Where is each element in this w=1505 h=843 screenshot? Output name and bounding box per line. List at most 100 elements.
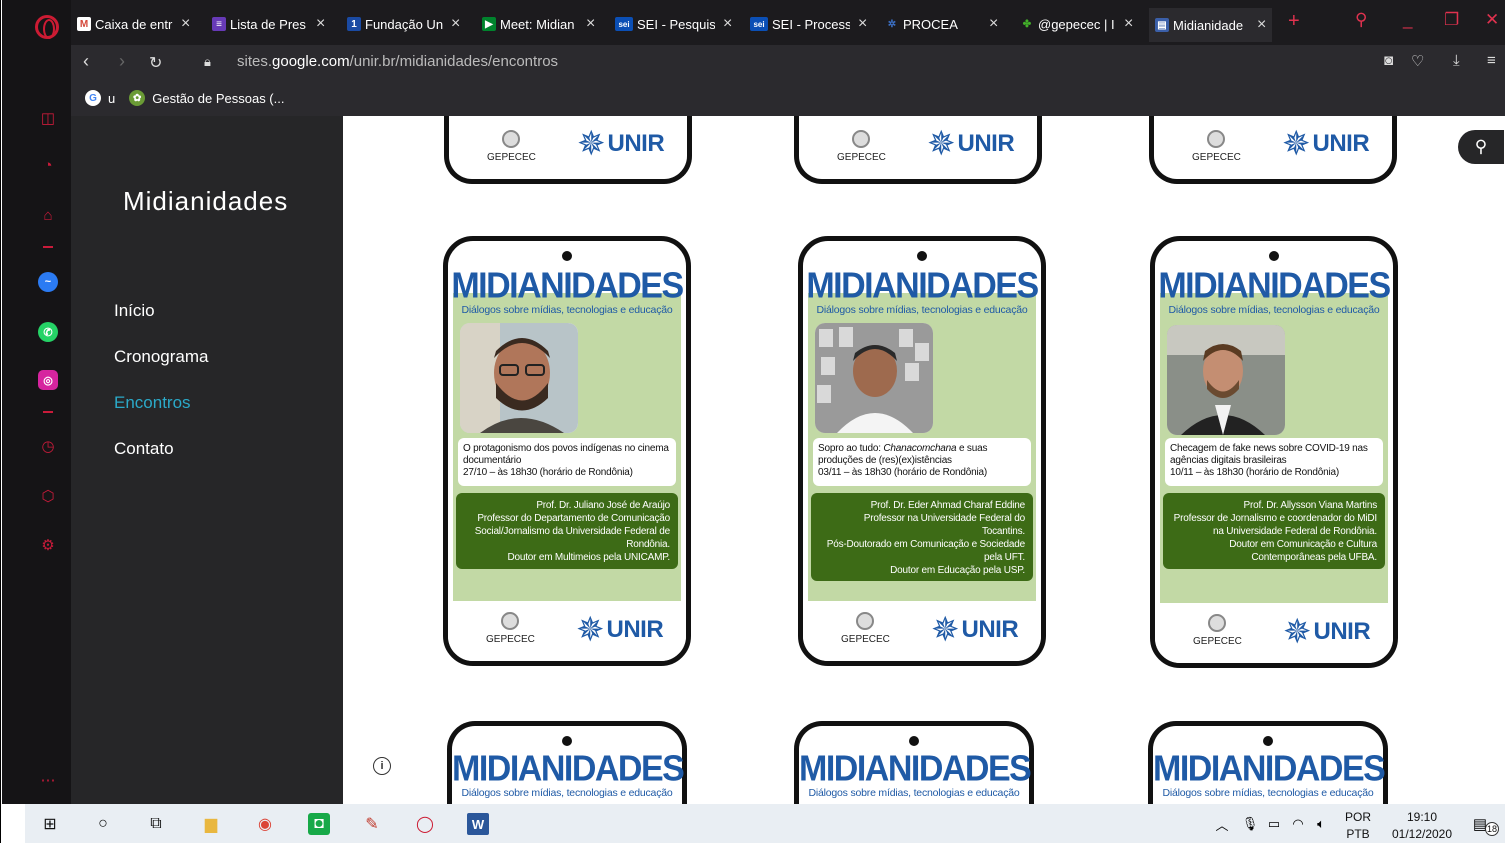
nav-cronograma[interactable]: Cronograma (114, 347, 209, 367)
gmail-icon: M (77, 17, 91, 31)
event-card: MIDIANIDADES Diálogos sobre mídias, tecn… (443, 236, 691, 666)
easy-setup-icon[interactable]: ≡ (1487, 52, 1496, 69)
instagram-icon[interactable]: ◎ (38, 370, 58, 390)
gepecec-logo: GEPECEC (1193, 614, 1242, 647)
close-icon[interactable]: × (451, 15, 460, 33)
back-icon[interactable]: ‹ (83, 51, 89, 72)
word-icon[interactable]: W (467, 813, 489, 835)
info-icon[interactable]: i (373, 757, 391, 775)
url-field[interactable]: sites.google.com/unir.br/midianidades/en… (237, 53, 558, 70)
search-icon[interactable]: ⚲ (1458, 130, 1504, 164)
gepecec-logo: GEPECEC (841, 612, 890, 645)
battery-icon[interactable]: ▭ (1263, 813, 1285, 835)
card-header: MIDIANIDADES Diálogos sobre mídias, tecn… (452, 749, 685, 799)
tab-fundacao[interactable]: 1 Fundação Un × (347, 12, 460, 36)
event-card: MIDIANIDADES Diálogos sobre mídias, tecn… (1148, 721, 1388, 804)
sei-icon: sei (615, 17, 633, 31)
whatsapp-icon[interactable]: ✆ (38, 322, 58, 342)
history-icon[interactable]: ◷ (38, 436, 58, 456)
card-dot (562, 251, 572, 261)
bookmark-gestao[interactable]: ✿ Gestão de Pessoas (... (129, 90, 284, 106)
card-header: MIDIANIDADES Diálogos sobre mídias, tecn… (799, 749, 1032, 799)
close-icon[interactable]: × (586, 15, 595, 33)
close-icon[interactable]: × (1257, 16, 1266, 34)
nav-contato[interactable]: Contato (114, 439, 174, 459)
opera-taskbar-icon[interactable]: ◯ (414, 813, 436, 835)
microphone-icon[interactable]: 🎙︎ (1239, 813, 1261, 835)
close-icon[interactable]: × (181, 15, 190, 33)
opera-logo-icon[interactable] (35, 15, 59, 39)
more-icon[interactable]: ⋯ (38, 770, 58, 790)
messenger-icon[interactable]: ~ (38, 272, 58, 292)
gepecec-logo: GEPECEC (486, 612, 535, 645)
tab-sei-processo[interactable]: sei SEI - Process × (750, 12, 867, 36)
bag-icon[interactable]: ⌂ (38, 205, 58, 225)
close-icon[interactable]: × (723, 15, 732, 33)
tab-gmail[interactable]: M Caixa de entr × (77, 12, 190, 36)
tab-gepecec[interactable]: ✤ @gepecec | I × (1020, 12, 1134, 36)
task-view-icon[interactable]: ⧉ (145, 813, 167, 835)
close-icon[interactable]: × (316, 15, 325, 33)
bookmark-u[interactable]: Gu (85, 90, 115, 106)
bookmarks-bar: Gu ✿ Gestão de Pessoas (... (71, 80, 1505, 116)
search-tabs-icon[interactable]: ⚲ (1355, 10, 1367, 30)
cube-icon[interactable]: ⬡ (38, 486, 58, 506)
language-indicator[interactable]: POR PTB (1345, 809, 1371, 843)
page-icon: 1 (347, 17, 361, 31)
download-icon[interactable]: ⤓ (1453, 52, 1460, 69)
reload-icon[interactable]: ↻ (149, 53, 162, 73)
close-icon[interactable]: × (1124, 15, 1133, 33)
paint-icon[interactable]: ✎ (361, 813, 383, 835)
tab-midianidades[interactable]: ▤ Midianidade × (1149, 8, 1273, 42)
clock[interactable]: 19:10 01/12/2020 (1386, 809, 1458, 843)
file-explorer-icon[interactable]: ▆ (200, 813, 222, 835)
speaker-photo (460, 323, 578, 433)
tab-forms[interactable]: ≡ Lista de Pres × (212, 12, 325, 36)
card-topic: Checagem de fake news sobre COVID-19 nas… (1165, 438, 1383, 486)
unir-logo: ✵ UNIR (927, 125, 1015, 163)
main-content: ⚲ GEPECEC ✵ UNIR GEPECEC ✵ UNIR GEPECEC ✵ U… (343, 116, 1505, 804)
bookmark-icon: ✿ (129, 90, 146, 106)
nav-inicio[interactable]: Início (114, 301, 155, 321)
card-dot (909, 736, 919, 746)
camera-icon[interactable]: ◙ (1384, 52, 1393, 69)
close-icon[interactable]: × (858, 15, 867, 33)
gamepad-icon[interactable]: ◫ (38, 108, 58, 128)
app-green-icon[interactable]: ◘ (308, 813, 330, 835)
nav-encontros[interactable]: Encontros (114, 393, 191, 413)
close-icon[interactable]: × (989, 15, 998, 33)
speaker-photo (1167, 325, 1285, 435)
forward-icon[interactable]: › (119, 51, 125, 72)
card-footer: GEPECEC ✵ UNIR (803, 601, 1041, 661)
speed-dial-icon[interactable]: ◔ (38, 155, 58, 175)
wifi-icon[interactable]: ◠ (1287, 813, 1309, 835)
screen: ◫ ◔ ⌂ ~ ✆ ◎ ◷ ⬡ ⚙ ⋯ M Caixa de entr × ≡ Lis… (0, 0, 1505, 843)
site-title[interactable]: Midianidades (123, 186, 288, 217)
lock-icon: 🔒︎ (204, 54, 211, 69)
restore-icon[interactable]: ❐ (1444, 10, 1459, 30)
card-dot (917, 251, 927, 261)
windows-start-icon[interactable]: ⊞ (39, 813, 61, 835)
tab-sei-pesquisa[interactable]: sei SEI - Pesquis × (615, 12, 732, 36)
chrome-icon[interactable]: ◉ (254, 813, 276, 835)
card-dot (562, 736, 572, 746)
site-sidebar: Midianidades Início Cronograma Encontros… (71, 116, 343, 804)
card-bio: Prof. Dr. Eder Ahmad Charaf Eddine Profe… (811, 493, 1033, 581)
speaker-photo (815, 323, 933, 433)
procea-icon: ✲ (887, 18, 897, 30)
settings-icon[interactable]: ⚙ (38, 535, 58, 555)
volume-icon[interactable]: 🔈︎ (1310, 813, 1332, 835)
sidebar-divider (43, 246, 53, 248)
new-tab-button[interactable]: + (1288, 10, 1300, 33)
cortana-icon[interactable]: ○ (92, 813, 114, 835)
card-header: MIDIANIDADES Diálogos sobre mídias, tecn… (1158, 266, 1391, 316)
tray-chevron-icon[interactable]: ︿ (1211, 813, 1233, 835)
heart-icon[interactable]: ♡ (1411, 52, 1424, 70)
tab-procea[interactable]: ✲ PROCEA × (885, 12, 999, 36)
tab-bar: M Caixa de entr × ≡ Lista de Pres × 1 Fundaçã… (71, 0, 1505, 45)
tab-meet[interactable]: ▶ Meet: Midian × (482, 12, 595, 36)
minimize-icon[interactable]: _ (1403, 10, 1412, 30)
card-bio: Prof. Dr. Allysson Viana Martins Profess… (1163, 493, 1385, 569)
unir-logo: ✵ UNIR (576, 611, 664, 649)
close-window-icon[interactable]: ✕ (1485, 10, 1499, 30)
